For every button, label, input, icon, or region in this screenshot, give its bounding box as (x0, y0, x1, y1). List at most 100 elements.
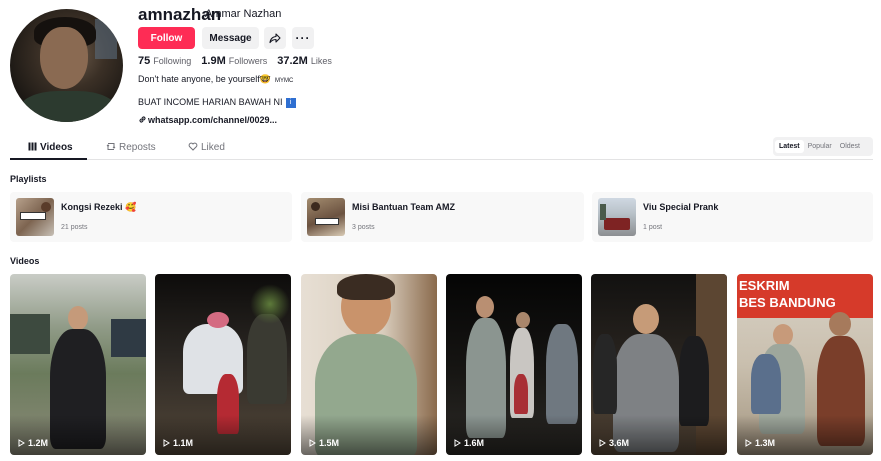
play-icon (18, 439, 25, 447)
video-views-count: 3.6M (609, 438, 630, 448)
video-person-body (546, 324, 578, 424)
video-shade (10, 415, 146, 455)
playlist-thumbnail (307, 198, 345, 236)
playlist-thumbnail (16, 198, 54, 236)
playlist-card[interactable]: Kongsi Rezeki 🥰 21 posts (10, 192, 292, 242)
playlist-title: Kongsi Rezeki 🥰 (61, 202, 137, 212)
share-button[interactable] (264, 27, 286, 49)
video-views: 1.3M (745, 438, 775, 448)
video-views: 1.5M (309, 438, 339, 448)
stat-followers[interactable]: 1.9M Followers (201, 55, 267, 67)
video-views: 3.6M (599, 438, 629, 448)
stat-followers-label: Followers (228, 56, 268, 66)
link-icon (139, 116, 146, 123)
playlist-count: 3 posts (352, 224, 375, 231)
bio-link[interactable]: whatsapp.com/channel/0029... (138, 115, 277, 125)
play-icon (163, 439, 170, 447)
share-arrow-icon (269, 33, 281, 44)
video-person-head (207, 312, 229, 328)
video-person-head (476, 296, 494, 318)
tab-videos-label: Videos (40, 142, 73, 153)
thumbnail-car (604, 218, 630, 230)
stat-following-label: Following (153, 56, 192, 66)
video-thumbnail[interactable]: 1.1M (155, 274, 291, 455)
video-person-head (829, 312, 851, 336)
playlist-card[interactable]: Misi Bantuan Team AMZ 3 posts (301, 192, 584, 242)
message-button[interactable]: Message (202, 27, 259, 49)
avatar-bg-window (95, 19, 117, 59)
play-icon (599, 439, 606, 447)
sort-oldest[interactable]: Oldest (836, 140, 864, 153)
sort-popular[interactable]: Popular (804, 140, 836, 153)
video-thumbnail[interactable]: ESKRIM BES BANDUNG 1.3M (737, 274, 873, 455)
video-thumbnail[interactable]: 1.5M (301, 274, 437, 455)
video-shade (446, 415, 582, 455)
video-views-count: 1.5M (319, 438, 340, 448)
video-views-count: 1.1M (173, 438, 194, 448)
video-person-head (68, 306, 88, 330)
video-thumbnail[interactable]: 1.2M (10, 274, 146, 455)
video-person-body (593, 334, 617, 414)
profile-stats: 75 Following 1.9M Followers 37.2M Likes (138, 55, 332, 67)
video-child-body (751, 354, 781, 414)
video-bg-car (111, 319, 146, 357)
bio-line-2: BUAT INCOME HARIAN BAWAH NI i (138, 97, 296, 108)
bio-link-text: whatsapp.com/channel/0029... (148, 115, 278, 125)
video-sign: ESKRIM BES BANDUNG (737, 274, 873, 318)
play-icon (745, 439, 752, 447)
thumbnail-caption-box (315, 218, 339, 225)
video-bg-plant (250, 284, 290, 324)
video-shade (301, 415, 437, 455)
follow-button[interactable]: Follow (138, 27, 195, 49)
playlist-card[interactable]: Viu Special Prank 1 post (592, 192, 873, 242)
grid-icon (28, 142, 37, 151)
video-person-head (633, 304, 659, 334)
more-options-button[interactable]: ··· (292, 27, 314, 49)
stat-following[interactable]: 75 Following (138, 55, 191, 67)
play-icon (309, 439, 316, 447)
video-person-legs (514, 374, 528, 414)
video-person-body (679, 336, 709, 426)
video-shade (155, 415, 291, 455)
playlist-thumbnail (598, 198, 636, 236)
tab-reposts-label: Reposts (119, 142, 156, 153)
video-views-count: 1.3M (755, 438, 776, 448)
thumbnail-person (311, 202, 320, 211)
playlist-title: Misi Bantuan Team AMZ (352, 202, 456, 212)
video-views: 1.6M (454, 438, 484, 448)
video-person-head (516, 312, 530, 328)
info-emoji-icon: i (285, 97, 296, 108)
heart-outline-icon (188, 142, 198, 151)
play-icon (454, 439, 461, 447)
bio-line-1-tag: MYMC (275, 78, 294, 84)
playlists-heading: Playlists (10, 174, 47, 184)
videos-heading: Videos (10, 256, 40, 266)
profile-tabs: Videos Reposts Liked (10, 140, 873, 160)
video-views: 1.1M (163, 438, 193, 448)
playlist-count: 1 post (643, 224, 663, 231)
video-views: 1.2M (18, 438, 48, 448)
thumbnail-caption-box (20, 212, 46, 220)
video-person-head (773, 324, 793, 346)
profile-avatar[interactable] (10, 9, 123, 122)
bio-line-2-text: BUAT INCOME HARIAN BAWAH NI (138, 97, 283, 107)
stat-likes-value: 37.2M (277, 55, 308, 67)
playlist-title: Viu Special Prank (643, 202, 719, 212)
thumbnail-person (600, 204, 606, 220)
playlist-count: 21 posts (61, 224, 88, 231)
video-bg-car (10, 314, 50, 354)
video-person-hair (337, 274, 395, 300)
sort-selector: Latest Popular Oldest (773, 137, 873, 156)
video-person-body (247, 314, 287, 404)
stat-following-value: 75 (138, 55, 151, 67)
tab-liked[interactable]: Liked (188, 142, 225, 153)
tab-reposts[interactable]: Reposts (106, 142, 156, 153)
video-thumbnail[interactable]: 3.6M (591, 274, 727, 455)
stat-likes: 37.2M Likes (277, 55, 332, 67)
sort-latest[interactable]: Latest (775, 140, 804, 153)
video-views-count: 1.6M (464, 438, 485, 448)
tab-videos[interactable]: Videos (28, 142, 73, 153)
video-thumbnail[interactable]: 1.6M (446, 274, 582, 455)
thumbnail-person (41, 202, 51, 212)
avatar-shirt (18, 91, 118, 122)
